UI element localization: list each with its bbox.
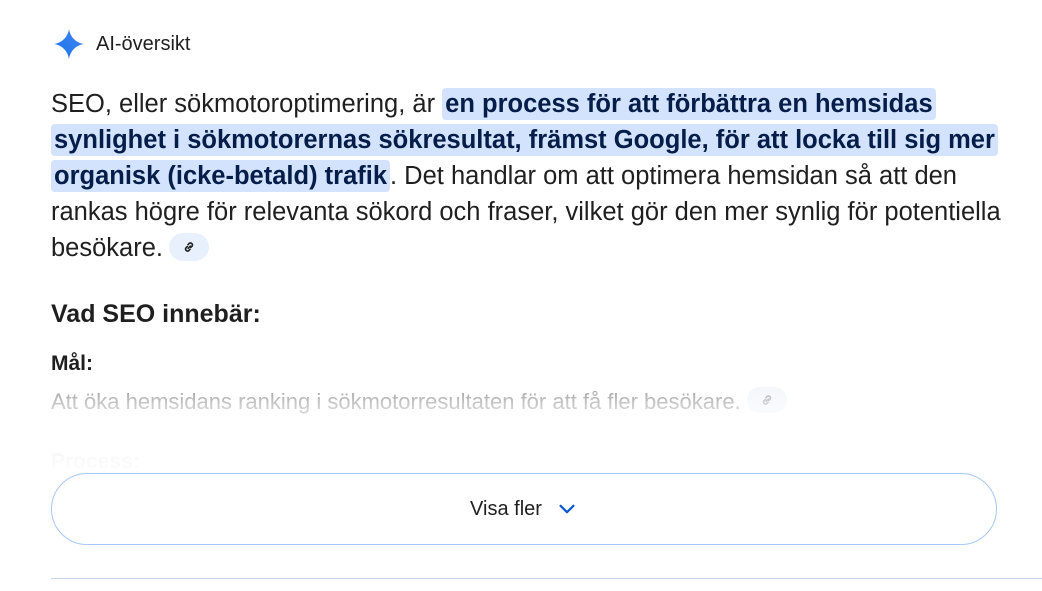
overview-title: AI-översikt — [96, 32, 191, 55]
show-more-label: Visa fler — [470, 497, 542, 520]
ai-overview-header: AI-översikt — [52, 27, 190, 61]
goal-text: Att öka hemsidans ranking i sökmotorresu… — [51, 389, 741, 414]
summary-paragraph: SEO, eller sökmotoroptimering, är en pro… — [51, 86, 1011, 266]
link-icon — [184, 242, 194, 253]
chevron-down-icon — [559, 504, 575, 514]
goal-text-row: Att öka hemsidans ranking i sökmotorresu… — [51, 387, 787, 415]
section-heading: Vad SEO innebär: — [51, 300, 261, 328]
bottom-divider — [51, 578, 1042, 579]
gemini-spark-icon — [54, 29, 84, 59]
source-link-button[interactable] — [169, 233, 209, 262]
link-icon — [762, 395, 771, 405]
process-label: Process: — [51, 450, 140, 473]
goal-source-link-button[interactable] — [746, 387, 787, 413]
show-more-button[interactable]: Visa fler — [51, 473, 997, 545]
goal-label: Mål: — [51, 352, 93, 375]
summary-intro: SEO, eller sökmotoroptimering, är — [51, 90, 443, 118]
